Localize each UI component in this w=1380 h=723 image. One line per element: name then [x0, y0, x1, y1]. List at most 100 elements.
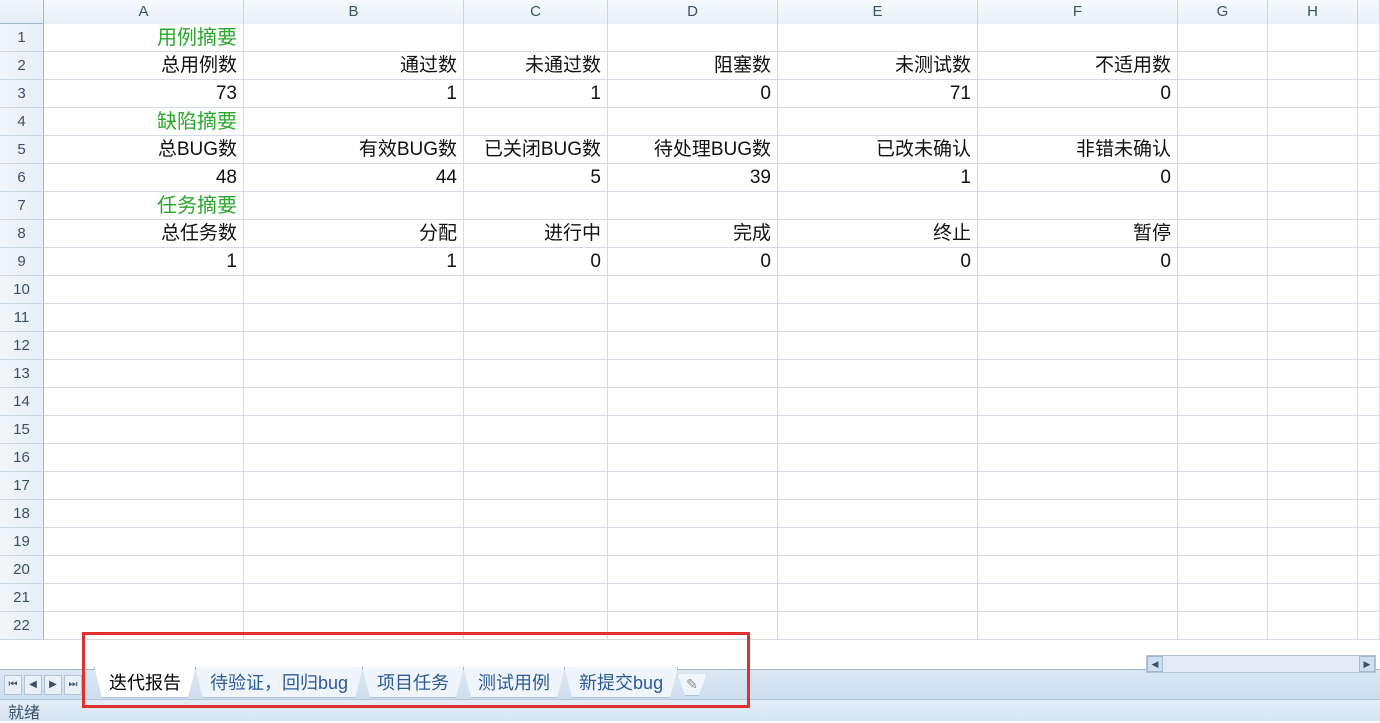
cell-A13[interactable] [44, 360, 244, 388]
cell-F11[interactable] [978, 304, 1178, 332]
cell-A20[interactable] [44, 556, 244, 584]
cell-C4[interactable] [464, 108, 608, 136]
cell-B7[interactable] [244, 192, 464, 220]
cell-A12[interactable] [44, 332, 244, 360]
scroll-left-arrow[interactable]: ◀ [1147, 656, 1163, 672]
column-header-B[interactable]: B [244, 0, 464, 24]
cell-E2[interactable]: 未测试数 [778, 52, 978, 80]
cell-B20[interactable] [244, 556, 464, 584]
cell-F1[interactable] [978, 24, 1178, 52]
cell-A3[interactable]: 73 [44, 80, 244, 108]
sheet-tab-2[interactable]: 项目任务 [362, 667, 464, 698]
cell-C2[interactable]: 未通过数 [464, 52, 608, 80]
cell-G5[interactable] [1178, 136, 1268, 164]
cell-H10[interactable] [1268, 276, 1358, 304]
cell-D13[interactable] [608, 360, 778, 388]
cell-H22[interactable] [1268, 612, 1358, 640]
sheet-tab-0[interactable]: 迭代报告 [94, 667, 196, 698]
cell-C8[interactable]: 进行中 [464, 220, 608, 248]
cell-B5[interactable]: 有效BUG数 [244, 136, 464, 164]
cell-D6[interactable]: 39 [608, 164, 778, 192]
sheet-tab-3[interactable]: 测试用例 [463, 667, 565, 698]
cell-G14[interactable] [1178, 388, 1268, 416]
cell-B8[interactable]: 分配 [244, 220, 464, 248]
cell-C18[interactable] [464, 500, 608, 528]
row-header-7[interactable]: 7 [0, 192, 44, 220]
cell-H3[interactable] [1268, 80, 1358, 108]
cell-G6[interactable] [1178, 164, 1268, 192]
cell-H19[interactable] [1268, 528, 1358, 556]
cell-A16[interactable] [44, 444, 244, 472]
cell-G13[interactable] [1178, 360, 1268, 388]
cell-B15[interactable] [244, 416, 464, 444]
scroll-right-arrow[interactable]: ▶ [1359, 656, 1375, 672]
cell-C10[interactable] [464, 276, 608, 304]
cell-D18[interactable] [608, 500, 778, 528]
cell-A22[interactable] [44, 612, 244, 640]
cell-C21[interactable] [464, 584, 608, 612]
cell-B13[interactable] [244, 360, 464, 388]
cell-H16[interactable] [1268, 444, 1358, 472]
cell-A14[interactable] [44, 388, 244, 416]
row-header-20[interactable]: 20 [0, 556, 44, 584]
cell-E19[interactable] [778, 528, 978, 556]
cell-E8[interactable]: 终止 [778, 220, 978, 248]
cell-H9[interactable] [1268, 248, 1358, 276]
cell-C9[interactable]: 0 [464, 248, 608, 276]
cell-B14[interactable] [244, 388, 464, 416]
cell-D20[interactable] [608, 556, 778, 584]
cell-G3[interactable] [1178, 80, 1268, 108]
row-header-11[interactable]: 11 [0, 304, 44, 332]
cell-F10[interactable] [978, 276, 1178, 304]
cell-C5[interactable]: 已关闭BUG数 [464, 136, 608, 164]
cell-E12[interactable] [778, 332, 978, 360]
row-header-12[interactable]: 12 [0, 332, 44, 360]
cell-H17[interactable] [1268, 472, 1358, 500]
cell-H13[interactable] [1268, 360, 1358, 388]
cell-G12[interactable] [1178, 332, 1268, 360]
cell-D9[interactable]: 0 [608, 248, 778, 276]
cell-B22[interactable] [244, 612, 464, 640]
cell-G15[interactable] [1178, 416, 1268, 444]
row-header-21[interactable]: 21 [0, 584, 44, 612]
cell-G19[interactable] [1178, 528, 1268, 556]
cell-D8[interactable]: 完成 [608, 220, 778, 248]
cell-E11[interactable] [778, 304, 978, 332]
cell-G21[interactable] [1178, 584, 1268, 612]
cell-G2[interactable] [1178, 52, 1268, 80]
cell-F20[interactable] [978, 556, 1178, 584]
cell-D16[interactable] [608, 444, 778, 472]
cell-C11[interactable] [464, 304, 608, 332]
cell-B9[interactable]: 1 [244, 248, 464, 276]
cell-G7[interactable] [1178, 192, 1268, 220]
cell-H14[interactable] [1268, 388, 1358, 416]
cell-D3[interactable]: 0 [608, 80, 778, 108]
cell-A8[interactable]: 总任务数 [44, 220, 244, 248]
cell-E15[interactable] [778, 416, 978, 444]
cell-G10[interactable] [1178, 276, 1268, 304]
cell-F7[interactable] [978, 192, 1178, 220]
column-header-A[interactable]: A [44, 0, 244, 24]
row-header-19[interactable]: 19 [0, 528, 44, 556]
cell-G11[interactable] [1178, 304, 1268, 332]
cell-F19[interactable] [978, 528, 1178, 556]
row-header-18[interactable]: 18 [0, 500, 44, 528]
cell-F6[interactable]: 0 [978, 164, 1178, 192]
cell-D2[interactable]: 阻塞数 [608, 52, 778, 80]
sheet-nav-next[interactable]: ▶ [44, 675, 62, 695]
column-header-G[interactable]: G [1178, 0, 1268, 24]
cell-F2[interactable]: 不适用数 [978, 52, 1178, 80]
cell-H20[interactable] [1268, 556, 1358, 584]
cell-D15[interactable] [608, 416, 778, 444]
cell-C15[interactable] [464, 416, 608, 444]
sheet-tab-4[interactable]: 新提交bug [564, 667, 678, 698]
sheet-tab-1[interactable]: 待验证，回归bug [195, 667, 363, 698]
cell-F13[interactable] [978, 360, 1178, 388]
cell-D19[interactable] [608, 528, 778, 556]
cell-D17[interactable] [608, 472, 778, 500]
cell-D11[interactable] [608, 304, 778, 332]
cell-E16[interactable] [778, 444, 978, 472]
row-header-1[interactable]: 1 [0, 24, 44, 52]
cell-C16[interactable] [464, 444, 608, 472]
cell-H1[interactable] [1268, 24, 1358, 52]
